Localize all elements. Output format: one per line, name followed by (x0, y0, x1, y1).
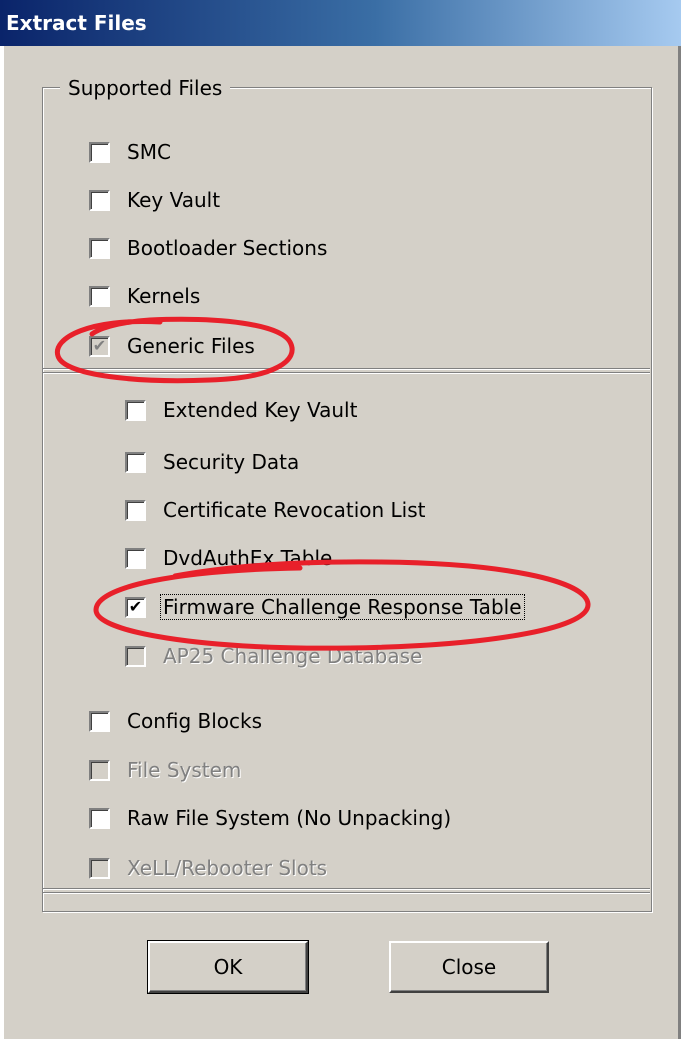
option-xell-rebooter-slots[interactable]: XeLL/Rebooter Slots (89, 853, 327, 883)
bootloader-sections-checkbox[interactable] (89, 237, 110, 259)
separator-generic-top (43, 368, 650, 370)
option-label: Certificate Revocation List (163, 498, 426, 522)
separator-bottom-2 (43, 892, 650, 894)
option-kernels[interactable]: Kernels (89, 281, 200, 311)
close-button[interactable]: Close (389, 941, 549, 993)
security-data-checkbox[interactable] (125, 451, 146, 473)
file-system-checkbox[interactable] (89, 759, 110, 781)
option-label: Security Data (163, 450, 300, 474)
dvdauthex-table-checkbox[interactable] (125, 547, 146, 569)
option-label: Key Vault (127, 188, 221, 212)
option-label: Firmware Challenge Response Table (160, 594, 525, 620)
option-label: SMC (127, 140, 171, 164)
option-firmware-challenge-response-table[interactable]: ✔ Firmware Challenge Response Table (125, 592, 525, 622)
kernels-checkbox[interactable] (89, 285, 110, 307)
title-bar[interactable]: Extract Files (0, 0, 681, 46)
raw-file-system-checkbox[interactable] (89, 807, 110, 829)
option-certificate-revocation-list[interactable]: Certificate Revocation List (125, 495, 426, 525)
separator-bottom (43, 888, 650, 890)
option-label: XeLL/Rebooter Slots (127, 856, 328, 880)
option-config-blocks[interactable]: Config Blocks (89, 706, 262, 736)
ok-button[interactable]: OK (147, 940, 309, 994)
option-label: File System (127, 758, 242, 782)
option-label: Kernels (127, 284, 201, 308)
smc-checkbox[interactable] (89, 141, 110, 163)
window-left-edge (0, 46, 4, 1039)
option-label: Raw File System (No Unpacking) (127, 806, 452, 830)
extended-key-vault-checkbox[interactable] (125, 399, 146, 421)
group-label: Supported Files (60, 75, 231, 101)
config-blocks-checkbox[interactable] (89, 710, 110, 732)
option-extended-key-vault[interactable]: Extended Key Vault (125, 395, 357, 425)
option-label: Bootloader Sections (127, 236, 328, 260)
option-ap25-challenge-database[interactable]: AP25 Challenge Database (125, 641, 422, 671)
option-label: Extended Key Vault (163, 398, 358, 422)
option-label: Config Blocks (127, 709, 263, 733)
option-label: Generic Files (127, 334, 255, 358)
option-label: AP25 Challenge Database (163, 644, 423, 668)
option-bootloader-sections[interactable]: Bootloader Sections (89, 233, 327, 263)
option-key-vault[interactable]: Key Vault (89, 185, 220, 215)
option-security-data[interactable]: Security Data (125, 447, 299, 477)
certificate-revocation-list-checkbox[interactable] (125, 499, 146, 521)
option-generic-files[interactable]: ✔ Generic Files (89, 331, 255, 361)
ap25-challenge-database-checkbox[interactable] (125, 645, 146, 667)
option-label: DvdAuthEx Table (163, 546, 333, 570)
option-raw-file-system[interactable]: Raw File System (No Unpacking) (89, 803, 451, 833)
option-file-system[interactable]: File System (89, 755, 241, 785)
generic-files-checkbox[interactable]: ✔ (89, 335, 110, 357)
key-vault-checkbox[interactable] (89, 189, 110, 211)
window-title: Extract Files (6, 11, 147, 35)
firmware-challenge-response-table-checkbox[interactable]: ✔ (125, 596, 146, 618)
xell-rebooter-slots-checkbox[interactable] (89, 857, 110, 879)
separator-generic-top-2 (43, 372, 650, 374)
option-smc[interactable]: SMC (89, 137, 171, 167)
option-dvdauthex-table[interactable]: DvdAuthEx Table (125, 543, 332, 573)
